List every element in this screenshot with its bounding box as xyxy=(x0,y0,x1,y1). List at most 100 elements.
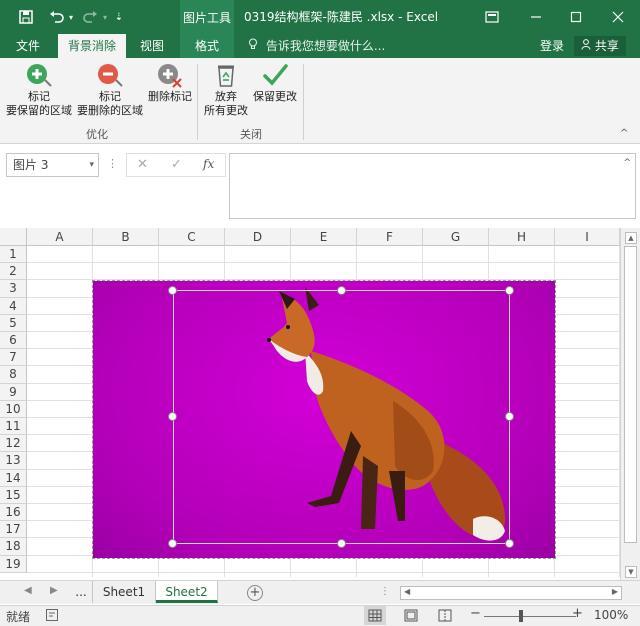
document-title: 0319结构框架-陈建民 .xlsx - Excel xyxy=(244,10,439,24)
add-sheet-button[interactable]: + xyxy=(247,585,263,601)
horizontal-scrollbar[interactable]: ◀ ▶ xyxy=(400,586,622,600)
row-header-6[interactable]: 6 xyxy=(0,332,27,350)
row-header-19[interactable]: 19 xyxy=(0,555,27,573)
tab-view[interactable]: 视图 xyxy=(130,34,174,58)
scroll-up-icon[interactable]: ▲ xyxy=(625,232,637,244)
collapse-ribbon-icon[interactable]: ^ xyxy=(620,128,628,139)
row-header-5[interactable]: 5 xyxy=(0,314,27,332)
recycle-bin-icon xyxy=(218,65,234,87)
cancel-icon[interactable]: ✕ xyxy=(137,157,148,172)
column-header-e[interactable]: E xyxy=(291,228,357,246)
row-header-12[interactable]: 12 xyxy=(0,435,27,453)
mark-remove-button[interactable]: 标记 要删除的区域 xyxy=(76,62,144,118)
save-icon[interactable] xyxy=(14,0,38,34)
page-layout-view-icon[interactable] xyxy=(404,609,418,625)
row-header-14[interactable]: 14 xyxy=(0,469,27,487)
more-sheets-button[interactable]: ... xyxy=(70,581,92,603)
zoom-level[interactable]: 100% xyxy=(594,608,628,622)
tab-background-removal[interactable]: 背景消除 xyxy=(58,34,126,58)
formula-input[interactable]: ^ xyxy=(229,153,636,219)
scroll-down-icon[interactable]: ▼ xyxy=(625,566,637,578)
group-separator xyxy=(197,64,198,140)
status-bar: 就绪 − + 100% xyxy=(0,605,640,626)
sheet-tab-sheet1[interactable]: Sheet1 xyxy=(92,581,156,603)
resize-handle-bottom-right[interactable] xyxy=(505,539,514,548)
row-header-13[interactable]: 13 xyxy=(0,452,27,470)
name-box[interactable]: 图片 3 ▾ xyxy=(6,153,99,177)
picture-tools-context-label: 图片工具 xyxy=(180,0,234,34)
column-header-g[interactable]: G xyxy=(423,228,489,246)
resize-handle-top-left[interactable] xyxy=(168,286,177,295)
macro-record-icon[interactable] xyxy=(46,609,58,624)
login-link[interactable]: 登录 xyxy=(540,34,564,58)
zoom-slider-thumb[interactable] xyxy=(519,610,523,622)
insert-function-icon[interactable]: fx xyxy=(203,157,214,171)
ribbon: 标记 要保留的区域 标记 要删除的区域 删除标记 优化 放弃 所有更改 保留更改… xyxy=(0,58,640,144)
row-header-1[interactable]: 1 xyxy=(0,246,27,264)
scroll-left-icon[interactable]: ◀ xyxy=(404,587,410,596)
row-header-15[interactable]: 15 xyxy=(0,486,27,504)
mark-keep-line2: 要保留的区域 xyxy=(6,104,72,117)
column-header-b[interactable]: B xyxy=(93,228,159,246)
row-header-18[interactable]: 18 xyxy=(0,538,27,556)
share-button[interactable]: 共享 xyxy=(574,36,626,56)
tab-file[interactable]: 文件 xyxy=(6,34,50,58)
column-header-d[interactable]: D xyxy=(225,228,291,246)
row-header-8[interactable]: 8 xyxy=(0,366,27,384)
minimize-icon[interactable] xyxy=(516,0,556,34)
close-icon[interactable] xyxy=(598,0,638,34)
resize-handle-bottom[interactable] xyxy=(337,539,346,548)
enter-icon[interactable]: ✓ xyxy=(171,157,182,172)
zoom-slider-track[interactable] xyxy=(484,616,576,617)
row-header-17[interactable]: 17 xyxy=(0,521,27,539)
vertical-scroll-thumb[interactable] xyxy=(624,246,637,543)
maximize-icon[interactable] xyxy=(556,0,596,34)
ribbon-display-icon[interactable] xyxy=(472,0,512,34)
zoom-in-button[interactable]: + xyxy=(572,606,583,621)
formula-bar-grip-icon[interactable]: ⋮ xyxy=(107,157,118,170)
hscroll-grip-icon[interactable]: ⋮ xyxy=(380,586,390,597)
person-icon xyxy=(581,39,595,53)
redo-icon[interactable] xyxy=(78,0,102,34)
row-header-3[interactable]: 3 xyxy=(0,280,27,298)
scroll-right-icon[interactable]: ▶ xyxy=(612,587,618,596)
normal-view-icon[interactable] xyxy=(364,606,386,625)
undo-dropdown-icon[interactable]: ▾ xyxy=(66,0,76,34)
prev-sheet-icon[interactable]: ◀ xyxy=(24,585,32,596)
chevron-down-icon[interactable]: ▾ xyxy=(89,154,94,176)
resize-handle-top[interactable] xyxy=(337,286,346,295)
column-header-i[interactable]: I xyxy=(555,228,620,246)
share-label: 共享 xyxy=(594,39,619,53)
resize-handle-left[interactable] xyxy=(168,412,177,421)
collapse-formula-bar-icon[interactable]: ^ xyxy=(623,158,631,168)
column-header-a[interactable]: A xyxy=(27,228,93,246)
zoom-out-button[interactable]: − xyxy=(470,606,481,621)
column-header-c[interactable]: C xyxy=(159,228,225,246)
mark-keep-button[interactable]: 标记 要保留的区域 xyxy=(4,62,74,118)
vertical-scrollbar[interactable]: ▲ ▼ xyxy=(620,228,640,581)
row-header-9[interactable]: 9 xyxy=(0,383,27,401)
resize-handle-bottom-left[interactable] xyxy=(168,539,177,548)
row-header-11[interactable]: 11 xyxy=(0,418,27,436)
keep-region-marquee[interactable] xyxy=(173,290,510,544)
page-break-view-icon[interactable] xyxy=(438,609,452,625)
sheet-tab-sheet2[interactable]: Sheet2 xyxy=(156,581,218,603)
delete-mark-button[interactable]: 删除标记 xyxy=(146,62,194,104)
tab-format[interactable]: 格式 xyxy=(180,34,234,58)
row-header-4[interactable]: 4 xyxy=(0,297,27,315)
row-header-7[interactable]: 7 xyxy=(0,349,27,367)
select-all-corner[interactable] xyxy=(0,228,27,246)
row-header-16[interactable]: 16 xyxy=(0,504,27,522)
resize-handle-right[interactable] xyxy=(505,412,514,421)
column-header-f[interactable]: F xyxy=(357,228,423,246)
resize-handle-top-right[interactable] xyxy=(505,286,514,295)
redo-dropdown-icon[interactable]: ▾ xyxy=(100,0,110,34)
customize-quick-access-icon[interactable]: ⇣ xyxy=(112,0,126,34)
column-header-h[interactable]: H xyxy=(489,228,555,246)
keep-changes-button[interactable]: 保留更改 xyxy=(250,62,300,104)
discard-changes-button[interactable]: 放弃 所有更改 xyxy=(202,62,250,118)
next-sheet-icon[interactable]: ▶ xyxy=(50,585,58,596)
tell-me-search[interactable]: 告诉我您想要做什么... xyxy=(248,34,385,58)
row-header-10[interactable]: 10 xyxy=(0,400,27,418)
row-header-2[interactable]: 2 xyxy=(0,263,27,281)
